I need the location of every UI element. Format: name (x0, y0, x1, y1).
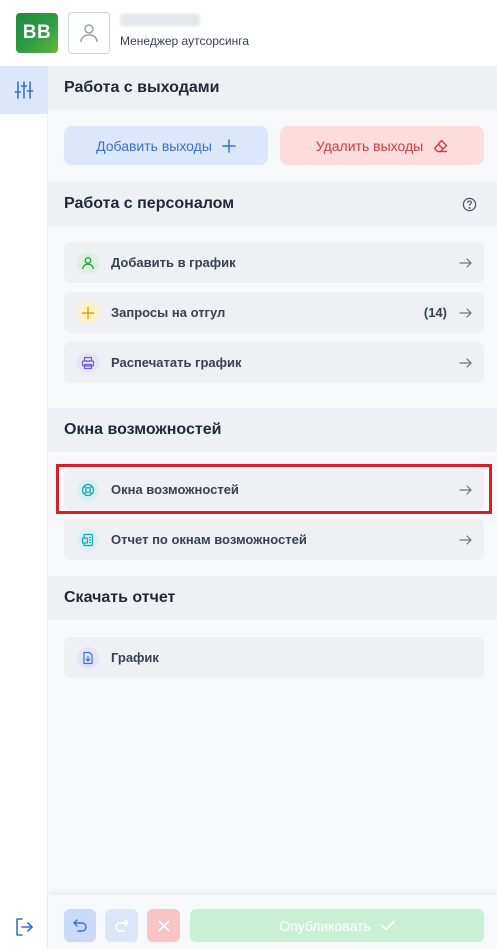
footer-toolbar: Опубликовать (48, 895, 497, 949)
arrow-right-icon (459, 257, 472, 268)
check-icon (380, 920, 395, 931)
publish-button[interactable]: Опубликовать (190, 909, 484, 942)
help-icon[interactable] (462, 197, 477, 212)
user-name-blurred (120, 14, 200, 26)
settings-tab[interactable] (0, 66, 48, 114)
section-staff-title: Работа с персоналом (64, 195, 235, 212)
plus-icon (77, 301, 99, 324)
section-staff-header: Работа с персоналом (48, 182, 497, 226)
sliders-icon (14, 81, 34, 99)
user-icon (80, 24, 98, 43)
main-panel: Работа с выходами Добавить выходы Удалит… (48, 66, 497, 895)
redo-icon (114, 919, 129, 932)
menu-item-label: Отчет по окнам возможностей (111, 532, 307, 547)
download-file-icon (77, 646, 99, 669)
app-logo: BB (16, 13, 58, 53)
section-download-title: Скачать отчет (48, 576, 497, 620)
user-avatar[interactable] (68, 12, 110, 54)
redo-button[interactable] (105, 909, 138, 942)
left-rail (0, 66, 48, 949)
close-icon (158, 920, 169, 931)
plus-icon (222, 138, 236, 153)
arrow-right-icon (459, 534, 472, 545)
person-icon (77, 251, 99, 274)
add-shifts-button[interactable]: Добавить выходы (64, 126, 268, 165)
publish-label: Опубликовать (279, 917, 371, 934)
delete-shifts-label: Удалить выходы (315, 137, 424, 154)
logout-icon (16, 918, 33, 936)
menu-item-label: Добавить в график (111, 255, 236, 270)
menu-item-add-to-schedule[interactable]: Добавить в график (64, 242, 484, 283)
printer-icon (77, 351, 99, 374)
menu-item-label: Распечатать график (111, 355, 242, 370)
add-shifts-label: Добавить выходы (96, 137, 212, 154)
menu-item-opportunity-report[interactable]: Отчет по окнам возможностей (64, 519, 484, 560)
arrow-right-icon (459, 357, 472, 368)
requests-count-badge: (14) (423, 305, 447, 320)
user-role: Менеджер аутсорсинга (120, 34, 250, 48)
app-header: BB Менеджер аутсорсинга (0, 0, 497, 66)
logout-button[interactable] (14, 917, 34, 942)
undo-button[interactable] (64, 909, 96, 942)
eraser-icon (434, 139, 448, 152)
undo-icon (73, 919, 87, 932)
highlight-box (56, 464, 492, 514)
menu-item-label: Запросы на отгул (111, 305, 226, 320)
menu-item-download-schedule[interactable]: График (64, 637, 484, 678)
section-opportunities-title: Окна возможностей (48, 408, 497, 452)
arrow-right-icon (459, 307, 472, 318)
menu-item-print-schedule[interactable]: Распечатать график (64, 342, 484, 383)
discard-button[interactable] (147, 909, 180, 942)
delete-shifts-button[interactable]: Удалить выходы (280, 126, 484, 165)
menu-item-time-off-requests[interactable]: Запросы на отгул (14) (64, 292, 484, 333)
report-icon (77, 528, 99, 551)
section-shifts-title: Работа с выходами (48, 66, 497, 110)
menu-item-label: График (111, 650, 159, 665)
